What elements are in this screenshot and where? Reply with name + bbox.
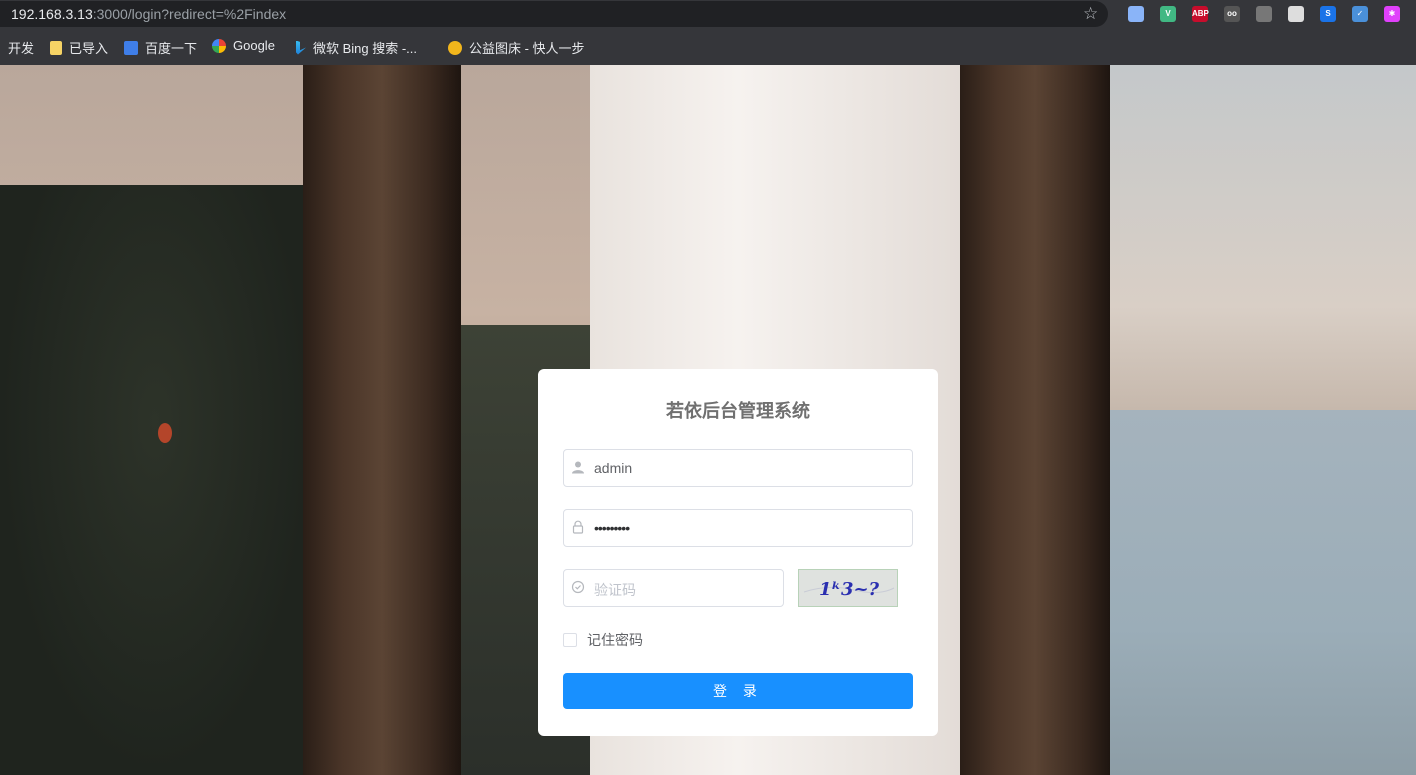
login-form: 若依后台管理系统 admin ••••••••• 验证码 1ᵏ3~? 记住密码 … <box>538 369 938 736</box>
star-ext-icon[interactable]: ✱ <box>1376 4 1408 24</box>
captcha-text: 1ᵏ3~? <box>819 579 880 600</box>
star-ext-icon-glyph: ✱ <box>1384 6 1400 22</box>
game-ext-icon[interactable]: oo <box>1216 4 1248 24</box>
baidu-icon <box>124 40 138 55</box>
background-window-frame <box>960 65 1110 775</box>
check-ext-icon-glyph: ✓ <box>1352 6 1368 22</box>
folder-icon <box>50 40 62 55</box>
url-text: 192.168.3.13:3000/login?redirect=%2Finde… <box>11 6 287 22</box>
remember-checkbox[interactable] <box>563 633 577 647</box>
bookmark-imported[interactable]: 已导入 <box>50 38 108 57</box>
remember-label: 记住密码 <box>587 632 643 648</box>
background-sky <box>1108 65 1416 410</box>
screenshot-ext-icon-glyph <box>1256 6 1272 22</box>
vue-devtools-icon-glyph: V <box>1160 6 1176 22</box>
password-input[interactable]: ••••••••• <box>563 509 913 547</box>
google-icon <box>212 38 226 53</box>
bing-icon <box>296 40 306 55</box>
username-value: admin <box>594 460 633 476</box>
user-icon <box>572 461 584 474</box>
captcha-placeholder: 验证码 <box>594 582 636 598</box>
captcha-graphic: 1ᵏ3~? <box>803 579 895 600</box>
adblock-icon-glyph: ABP <box>1192 6 1209 22</box>
password-value: ••••••••• <box>594 520 630 536</box>
s-ext-icon[interactable]: S <box>1312 4 1344 24</box>
bookmark-baidu[interactable]: 百度一下 <box>124 38 197 57</box>
background-light <box>158 423 172 443</box>
background-sea <box>1108 410 1416 775</box>
bookmark-label: 开发 <box>8 41 35 56</box>
bookmark-label: 百度一下 <box>145 41 198 56</box>
adblock-icon[interactable]: ABP <box>1184 4 1216 24</box>
circle-ext-icon-glyph <box>1288 6 1304 22</box>
game-ext-icon-glyph: oo <box>1224 6 1240 22</box>
bookmark-label: 已导入 <box>69 41 109 56</box>
bookmark-image-host[interactable]: 公益图床 - 快人一步 <box>448 38 585 57</box>
captcha-input[interactable]: 验证码 <box>563 569 784 607</box>
address-bar[interactable]: 192.168.3.13:3000/login?redirect=%2Finde… <box>0 1 1108 27</box>
remember-password[interactable]: 记住密码 <box>563 630 643 650</box>
shield-check-icon <box>571 580 585 594</box>
check-ext-icon[interactable]: ✓ <box>1344 4 1376 24</box>
extensions-bar: V ABP oo S ✓ ✱ <box>1120 4 1408 24</box>
screenshot-ext-icon[interactable] <box>1248 4 1280 24</box>
bookmark-label: 公益图床 - 快人一步 <box>469 41 585 56</box>
login-button[interactable]: 登 录 <box>563 673 913 709</box>
bookmark-star-icon[interactable]: ☆ <box>1083 4 1098 24</box>
image-host-icon <box>448 40 462 55</box>
bookmark-bing[interactable]: 微软 Bing 搜索 -... <box>296 38 417 57</box>
bookmarks-bar: 开发 已导入 百度一下 Google 微软 Bing 搜索 -... 公益图床 … <box>0 29 1416 66</box>
circle-ext-icon[interactable] <box>1280 4 1312 24</box>
bookmark-label: Google <box>233 38 275 53</box>
s-ext-icon-glyph: S <box>1320 6 1336 22</box>
bookmark-label: 微软 Bing 搜索 -... <box>313 41 418 56</box>
captcha-image[interactable]: 1ᵏ3~? <box>798 569 898 607</box>
chart-ext-icon[interactable] <box>1120 4 1152 24</box>
lock-icon <box>572 520 584 534</box>
background-window-frame <box>303 65 461 775</box>
bookmark-kaifa[interactable]: 开发 <box>8 38 34 57</box>
background-trees <box>0 185 310 775</box>
username-input[interactable]: admin <box>563 449 913 487</box>
bookmark-google[interactable]: Google <box>212 38 275 53</box>
chart-ext-icon-glyph <box>1128 6 1144 22</box>
browser-toolbar: 192.168.3.13:3000/login?redirect=%2Finde… <box>0 0 1416 29</box>
vue-devtools-icon[interactable]: V <box>1152 4 1184 24</box>
login-title: 若依后台管理系统 <box>666 401 810 421</box>
